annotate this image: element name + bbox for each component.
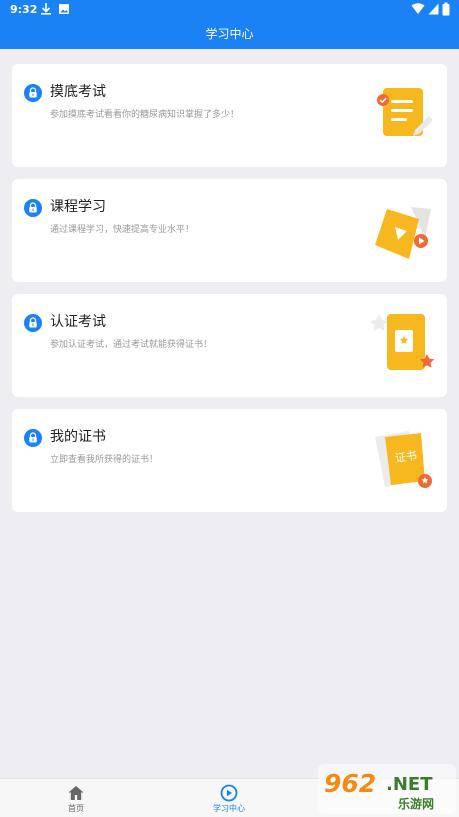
- lock-icon: [24, 429, 42, 447]
- play-circle-icon: [220, 784, 238, 802]
- page-title: 学习中心: [0, 20, 459, 49]
- site-watermark-logo: 962 .NET 乐游网: [318, 764, 456, 814]
- watermark-cn: 乐游网: [398, 796, 434, 811]
- card-title: 课程学习: [50, 199, 106, 215]
- card-description: 参加摸底考试看看你的糖尿病知识掌握了多少！: [50, 110, 240, 120]
- watermark-suffix: .NET: [386, 774, 433, 795]
- card-title: 认证考试: [50, 314, 106, 330]
- card-certification-exam[interactable]: 认证考试 参加认证考试，通过考试就能获得证书！: [12, 294, 447, 397]
- lock-icon: [24, 314, 42, 332]
- card-description: 立即查看我所获得的证书！: [50, 455, 159, 465]
- status-time: 9:32: [10, 3, 38, 16]
- card-description: 通过课程学习，快速提高专业水平！: [50, 225, 195, 235]
- tab-label: 学习中心: [213, 804, 245, 813]
- card-title: 摸底考试: [50, 84, 106, 100]
- home-icon: [68, 786, 84, 800]
- lock-icon: [24, 84, 42, 102]
- certificate-icon: 证书: [375, 431, 432, 488]
- download-icon: [41, 3, 51, 15]
- wifi-icon: [411, 3, 425, 14]
- certification-card-icon: [371, 314, 435, 370]
- tab-label: 首页: [68, 804, 84, 813]
- photo-notification-icon: [59, 4, 69, 14]
- lock-icon: [24, 199, 42, 217]
- exam-paper-icon: [377, 88, 433, 136]
- watermark-brand: 962: [324, 769, 376, 798]
- battery-icon: [442, 2, 450, 16]
- video-course-icon: [375, 207, 431, 259]
- card-title: 我的证书: [50, 429, 106, 445]
- card-course-study[interactable]: 课程学习 通过课程学习，快速提高专业水平！: [12, 179, 447, 282]
- card-placement-exam[interactable]: 摸底考试 参加摸底考试看看你的糖尿病知识掌握了多少！: [12, 64, 447, 167]
- card-description: 参加认证考试，通过考试就能获得证书！: [50, 340, 213, 350]
- signal-icon: [428, 3, 439, 15]
- card-my-certificates[interactable]: 我的证书 立即查看我所获得的证书！ 证书: [12, 409, 447, 512]
- status-bar: 9:32: [0, 0, 459, 20]
- tab-study-center[interactable]: 学习中心: [189, 779, 269, 817]
- tab-home[interactable]: 首页: [36, 779, 116, 817]
